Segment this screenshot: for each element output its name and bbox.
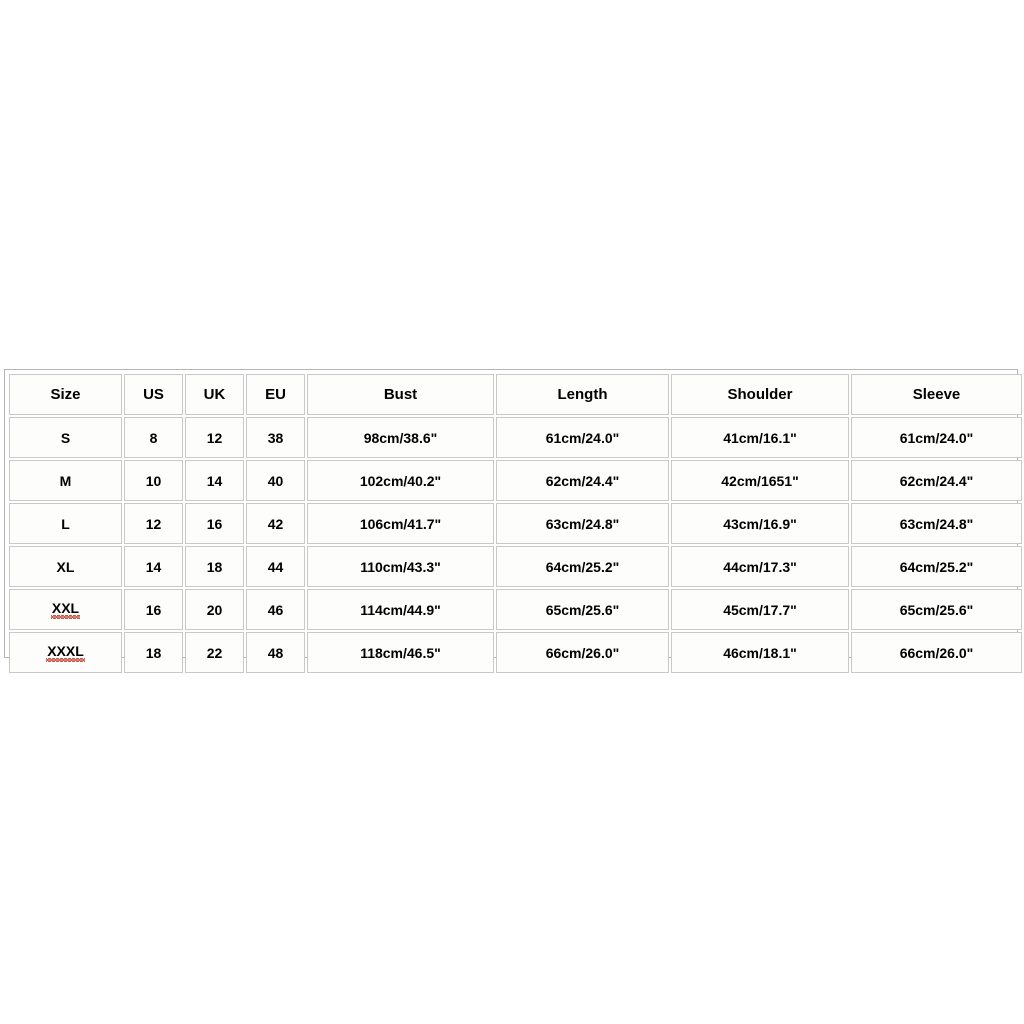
cell-bust: 118cm/46.5": [307, 632, 494, 673]
table-row: XXL 16 20 46 114cm/44.9" 65cm/25.6" 45cm/17.7"…: [9, 589, 1022, 630]
cell-shoulder: 43cm/16.9": [671, 503, 849, 544]
cell-length: 62cm/24.4": [496, 460, 669, 501]
cell-length: 64cm/25.2": [496, 546, 669, 587]
column-header-bust: Bust: [307, 374, 494, 415]
size-chart-table: Size US UK EU Bust Length Shoulder Sleev…: [7, 372, 1024, 675]
cell-uk: 16: [185, 503, 244, 544]
cell-length: 65cm/25.6": [496, 589, 669, 630]
cell-us: 12: [124, 503, 183, 544]
cell-bust: 102cm/40.2": [307, 460, 494, 501]
cell-bust: 106cm/41.7": [307, 503, 494, 544]
table-row: S 8 12 38 98cm/38.6" 61cm/24.0" 41cm/16.1" 61cm…: [9, 417, 1022, 458]
cell-shoulder: 42cm/1651": [671, 460, 849, 501]
column-header-sleeve: Sleeve: [851, 374, 1022, 415]
column-header-shoulder: Shoulder: [671, 374, 849, 415]
column-header-size: Size: [9, 374, 122, 415]
cell-sleeve: 66cm/26.0": [851, 632, 1022, 673]
cell-shoulder: 44cm/17.3": [671, 546, 849, 587]
cell-sleeve: 65cm/25.6": [851, 589, 1022, 630]
cell-size: XL: [9, 546, 122, 587]
cell-size: XXL: [9, 589, 122, 630]
cell-us: 8: [124, 417, 183, 458]
cell-uk: 18: [185, 546, 244, 587]
column-header-eu: EU: [246, 374, 305, 415]
cell-eu: 38: [246, 417, 305, 458]
cell-sleeve: 63cm/24.8": [851, 503, 1022, 544]
cell-length: 63cm/24.8": [496, 503, 669, 544]
cell-eu: 44: [246, 546, 305, 587]
cell-size: L: [9, 503, 122, 544]
cell-eu: 46: [246, 589, 305, 630]
cell-sleeve: 62cm/24.4": [851, 460, 1022, 501]
cell-length: 66cm/26.0": [496, 632, 669, 673]
cell-bust: 110cm/43.3": [307, 546, 494, 587]
table-row: L 12 16 42 106cm/41.7" 63cm/24.8" 43cm/16.9" 63…: [9, 503, 1022, 544]
spellcheck-underlined-text: XXL: [50, 600, 81, 619]
size-chart-container: Size US UK EU Bust Length Shoulder Sleev…: [4, 369, 1022, 673]
cell-us: 18: [124, 632, 183, 673]
column-header-us: US: [124, 374, 183, 415]
cell-eu: 42: [246, 503, 305, 544]
table-row: XL 14 18 44 110cm/43.3" 64cm/25.2" 44cm/17.3" 6…: [9, 546, 1022, 587]
cell-eu: 40: [246, 460, 305, 501]
cell-length: 61cm/24.0": [496, 417, 669, 458]
table-row: M 10 14 40 102cm/40.2" 62cm/24.4" 42cm/1651" 62…: [9, 460, 1022, 501]
cell-size: S: [9, 417, 122, 458]
cell-shoulder: 41cm/16.1": [671, 417, 849, 458]
cell-uk: 14: [185, 460, 244, 501]
column-header-length: Length: [496, 374, 669, 415]
cell-sleeve: 61cm/24.0": [851, 417, 1022, 458]
cell-uk: 22: [185, 632, 244, 673]
table-header-row: Size US UK EU Bust Length Shoulder Sleev…: [9, 374, 1022, 415]
table-body: S 8 12 38 98cm/38.6" 61cm/24.0" 41cm/16.1" 61cm…: [9, 417, 1022, 673]
cell-shoulder: 46cm/18.1": [671, 632, 849, 673]
cell-size: XXXL: [9, 632, 122, 673]
cell-us: 10: [124, 460, 183, 501]
cell-us: 16: [124, 589, 183, 630]
cell-size: M: [9, 460, 122, 501]
cell-bust: 98cm/38.6": [307, 417, 494, 458]
cell-uk: 20: [185, 589, 244, 630]
cell-eu: 48: [246, 632, 305, 673]
spellcheck-underlined-text: XXXL: [46, 643, 85, 662]
cell-sleeve: 64cm/25.2": [851, 546, 1022, 587]
cell-bust: 114cm/44.9": [307, 589, 494, 630]
column-header-uk: UK: [185, 374, 244, 415]
cell-uk: 12: [185, 417, 244, 458]
table-row: XXXL 18 22 48 118cm/46.5" 66cm/26.0" 46cm/18.1…: [9, 632, 1022, 673]
cell-shoulder: 45cm/17.7": [671, 589, 849, 630]
cell-us: 14: [124, 546, 183, 587]
